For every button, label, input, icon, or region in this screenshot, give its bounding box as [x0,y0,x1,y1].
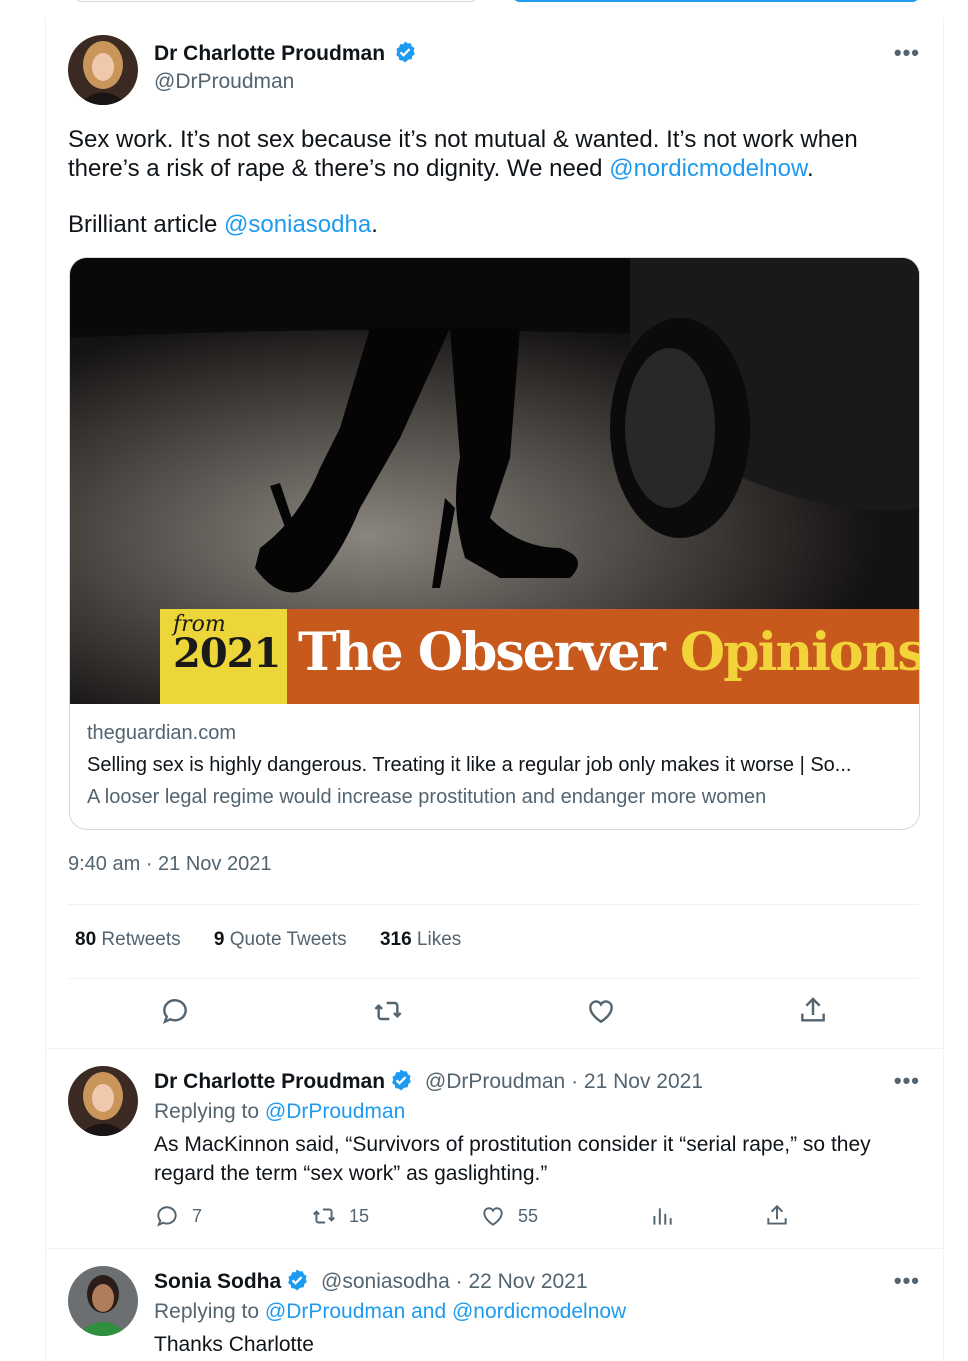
more-options-icon[interactable]: ••• [894,1268,920,1294]
replying-to-link[interactable]: @DrProudman and @nordicmodelnow [265,1300,626,1323]
quote-tweets-label: Quote Tweets [229,929,347,950]
retweet-count: 15 [349,1205,370,1226]
author-name[interactable]: Sonia Sodha [154,1270,281,1293]
likes-label: Likes [416,929,462,950]
replying-to: Replying to @DrProudman and @nordicmodel… [154,1300,626,1324]
banner-title: The Observer Opinions [298,622,920,683]
banner-brand: The Observer [298,622,666,683]
banner-year: 2021 [173,630,281,677]
more-options-icon[interactable]: ••• [894,40,920,66]
reply-icon [157,1206,177,1227]
author-name[interactable]: Dr Charlotte Proudman [154,1070,385,1093]
divider [45,1248,944,1249]
mention-link[interactable]: @soniasodha [224,211,371,238]
tweet-timestamp[interactable]: 9:40 am · 21 Nov 2021 [68,853,271,876]
author-name-block[interactable]: Dr Charlotte Proudman [154,40,417,66]
verified-badge-icon [396,41,416,63]
card-description: A looser legal regime would increase pro… [87,786,767,808]
like-action[interactable]: 55 [480,1203,538,1229]
reply-count: 7 [192,1205,203,1226]
avatar[interactable] [68,1066,138,1136]
card-text: theguardian.com Selling sex is highly da… [87,722,902,809]
retweets-stat[interactable]: 80 Retweets [75,929,181,950]
reply-header: Sonia Sodha @soniasodha · 22 Nov 2021 [154,1268,588,1294]
quote-tweets-count: 9 [213,929,225,950]
engagement-stats: 80 Retweets 9 Quote Tweets 316 Likes [75,929,489,951]
reply-action-bar: 7 15 55 [154,1203,854,1233]
author-name[interactable]: Dr Charlotte Proudman [154,42,385,65]
retweet-action[interactable]: 15 [311,1203,369,1229]
share-action[interactable] [764,1203,790,1229]
tweet-text-part: Brilliant article [68,211,225,238]
link-card[interactable]: from 2021 The Observer Opinions theguard… [69,257,920,830]
author-handle[interactable]: @DrProudman [154,70,294,94]
like-icon[interactable] [585,995,617,1027]
analytics-icon [653,1208,672,1225]
reply-text: As MacKinnon said, “Survivors of prostit… [154,1133,871,1185]
reply-header: Dr Charlotte Proudman @DrProudman · 21 N… [154,1068,703,1094]
avatar[interactable] [68,1266,138,1336]
card-title: Selling sex is highly dangerous. Treatin… [87,754,852,776]
analytics-action[interactable] [649,1203,675,1229]
quote-tweets-stat[interactable]: 9 Quote Tweets [214,929,347,950]
like-icon [483,1207,503,1226]
retweets-count: 80 [75,929,97,950]
banner-section: Opinions [679,622,920,683]
mention-link[interactable]: @nordicmodelnow [609,155,807,182]
divider [68,978,919,979]
follow-pill-outline[interactable] [74,0,478,2]
divider [68,904,919,905]
replying-to: Replying to @DrProudman [154,1100,405,1124]
verified-badge-icon [288,1269,308,1291]
like-count: 55 [518,1205,539,1226]
retweets-label: Retweets [101,929,181,950]
divider [45,1048,944,1049]
author-handle[interactable]: @DrProudman [425,1070,565,1093]
reply-action[interactable]: 7 [154,1203,202,1229]
share-icon[interactable] [797,995,829,1027]
author-handle[interactable]: @soniasodha [321,1270,450,1293]
tweet-text: Sex work. It’s not sex because it’s not … [68,126,918,240]
reply-icon[interactable] [159,995,191,1027]
replying-to-label: Replying to [154,1300,265,1323]
tweet-text-part: . [371,211,378,238]
replying-to-label: Replying to [154,1100,265,1123]
reply-date[interactable]: · 21 Nov 2021 [571,1070,703,1093]
retweet-icon[interactable] [372,995,404,1027]
avatar[interactable] [68,35,138,105]
reply-date[interactable]: · 22 Nov 2021 [456,1270,588,1293]
tweet-text-part: . [807,154,814,182]
share-icon [767,1204,787,1225]
likes-count: 316 [379,929,412,950]
verified-badge-icon [392,1069,411,1091]
reply-text: Thanks Charlotte [154,1333,314,1356]
follow-pill-filled[interactable] [512,0,920,2]
likes-stat[interactable]: 316 Likes [380,929,461,950]
retweet-icon [313,1208,335,1224]
replying-to-link[interactable]: @DrProudman [265,1100,405,1123]
card-domain: theguardian.com [87,722,236,744]
action-bar [68,995,919,1031]
more-options-icon[interactable]: ••• [894,1068,920,1094]
